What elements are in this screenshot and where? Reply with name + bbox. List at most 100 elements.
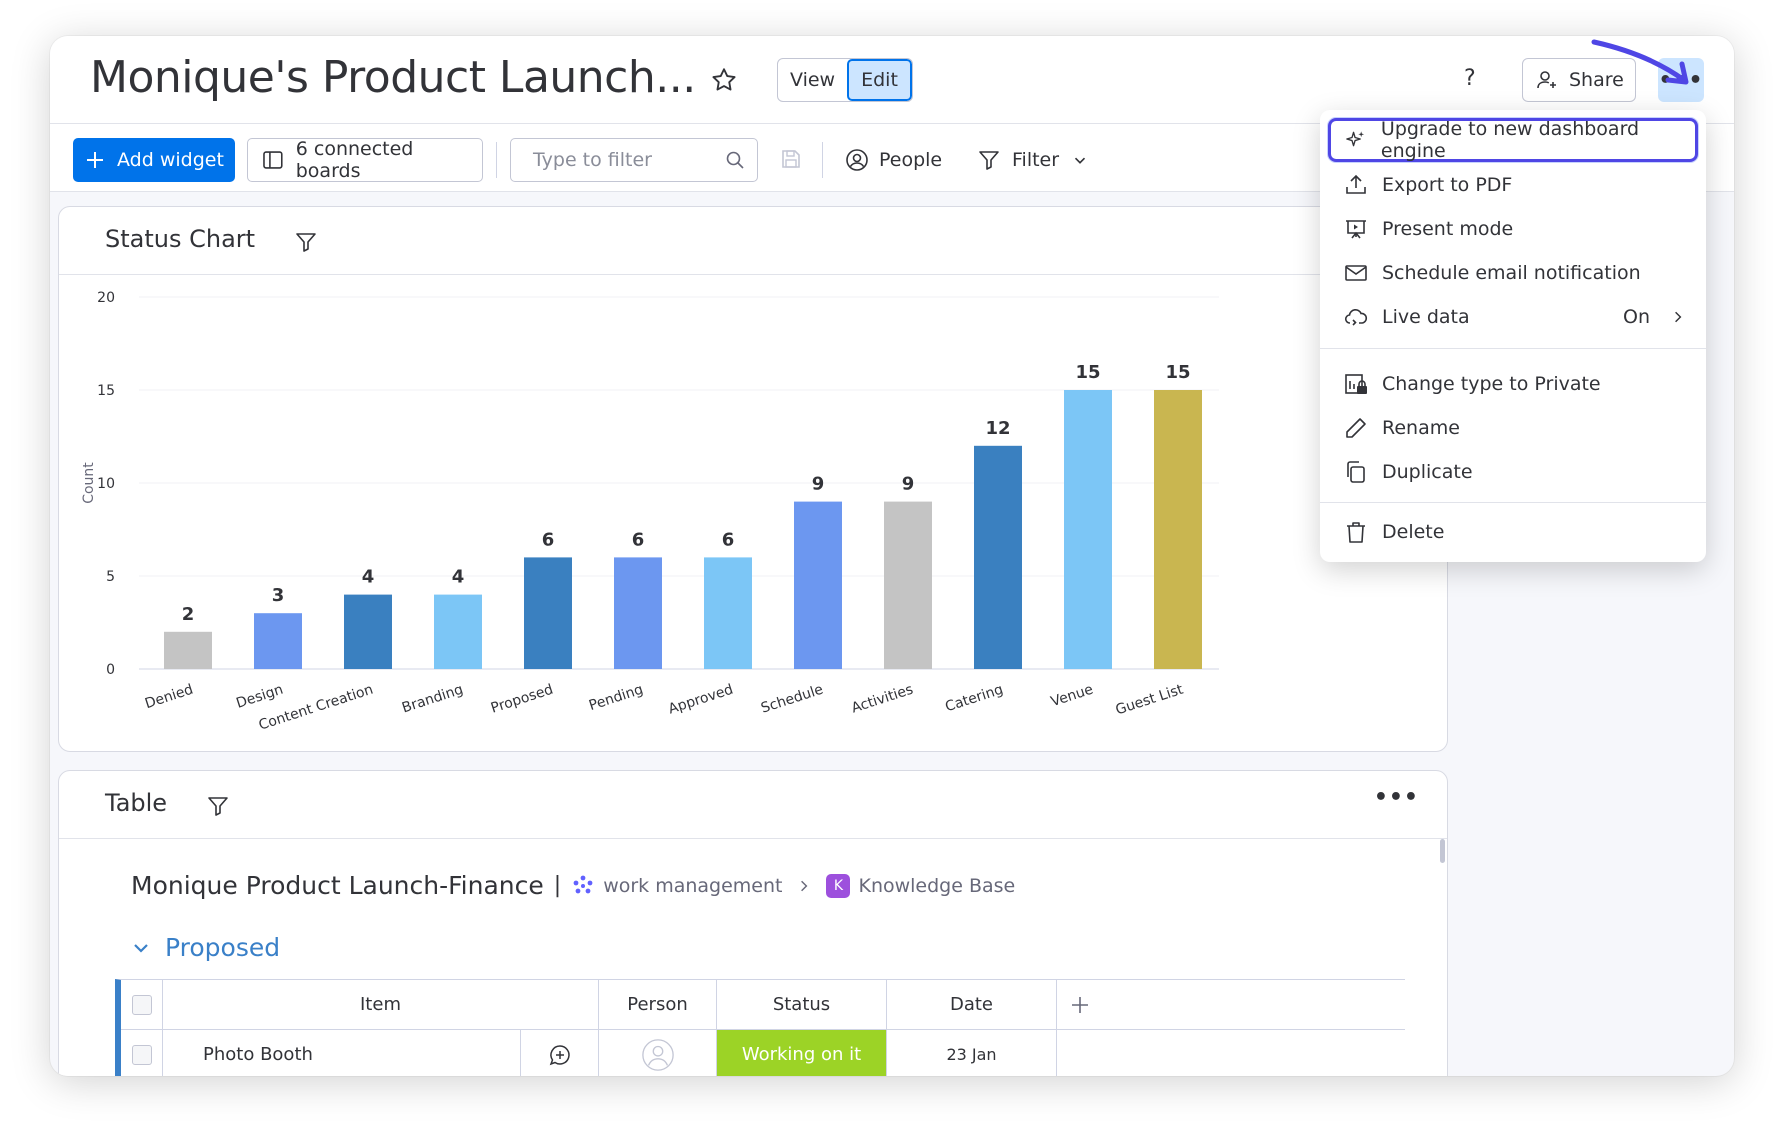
add-widget-button[interactable]: Add widget bbox=[73, 138, 235, 182]
filter-label: Filter bbox=[1012, 149, 1060, 171]
mail-icon bbox=[1345, 265, 1367, 281]
data-label: 9 bbox=[902, 474, 915, 495]
chevron-right-icon bbox=[801, 880, 808, 891]
view-button[interactable]: View bbox=[778, 59, 847, 101]
connected-boards-button[interactable]: 6 connected boards bbox=[247, 138, 483, 182]
help-icon[interactable]: ? bbox=[1464, 66, 1476, 91]
add-column-button[interactable] bbox=[1057, 980, 1103, 1029]
funnel-icon bbox=[979, 151, 999, 170]
menu-item-schedule-email[interactable]: Schedule email notification bbox=[1328, 251, 1698, 295]
people-label: People bbox=[879, 149, 943, 171]
table-more-button[interactable]: ••• bbox=[1374, 785, 1419, 810]
data-label: 15 bbox=[1165, 362, 1190, 383]
menu-divider bbox=[1320, 502, 1706, 503]
menu-item-delete[interactable]: Delete bbox=[1328, 510, 1698, 554]
star-icon[interactable] bbox=[710, 66, 738, 94]
menu-item-label: Change type to Private bbox=[1382, 373, 1601, 395]
data-label: 15 bbox=[1075, 362, 1100, 383]
chevron-right-icon bbox=[1675, 311, 1682, 323]
dashboard-title[interactable]: Monique's Product Launch... bbox=[90, 52, 696, 103]
person-cell[interactable] bbox=[599, 1030, 717, 1076]
filter-placeholder: Type to filter bbox=[533, 149, 652, 171]
scrollbar-thumb[interactable] bbox=[1440, 839, 1445, 863]
person-circle-icon bbox=[846, 149, 868, 171]
column-header-date[interactable]: Date bbox=[887, 980, 1057, 1029]
widget-filter-icon[interactable] bbox=[207, 795, 229, 817]
status-bar-chart: 05101520Count2Denied3Design4Content Crea… bbox=[81, 290, 1219, 734]
items-table: Item Person Status Date Photo Booth Work… bbox=[115, 979, 1405, 1076]
menu-item-duplicate[interactable]: Duplicate bbox=[1328, 450, 1698, 494]
row-checkbox[interactable] bbox=[131, 1044, 152, 1065]
edit-button[interactable]: Edit bbox=[847, 59, 912, 101]
live-data-value: On bbox=[1623, 306, 1650, 328]
column-header-item[interactable]: Item bbox=[163, 980, 599, 1029]
menu-item-label: Delete bbox=[1382, 521, 1445, 543]
menu-item-label: Schedule email notification bbox=[1382, 262, 1641, 284]
workspace-crumb[interactable]: work management K Knowledge Base bbox=[571, 873, 1016, 898]
dashboard-window: Monique's Product Launch... View Edit ? … bbox=[50, 36, 1734, 1076]
table-widget: Table ••• Monique Product Launch-Finance… bbox=[58, 770, 1448, 1076]
chart-bar bbox=[794, 501, 842, 669]
updates-cell[interactable] bbox=[521, 1030, 599, 1076]
chart-bar bbox=[1064, 390, 1112, 669]
data-label: 12 bbox=[985, 418, 1010, 439]
x-tick-label: Pending bbox=[587, 682, 645, 715]
live-data-status: On bbox=[1623, 306, 1686, 328]
chevron-down-icon[interactable] bbox=[131, 938, 151, 958]
empty-cell bbox=[1057, 1030, 1103, 1076]
column-header-person[interactable]: Person bbox=[599, 980, 717, 1029]
people-filter-button[interactable]: People bbox=[845, 138, 942, 182]
connected-boards-label: 6 connected boards bbox=[295, 138, 414, 182]
data-label: 6 bbox=[632, 529, 645, 550]
x-tick-label: Catering bbox=[943, 682, 1005, 716]
chart-bar bbox=[614, 557, 662, 669]
menu-item-change-private[interactable]: Change type to Private bbox=[1328, 362, 1698, 406]
status-chart-title: Status Chart bbox=[105, 225, 256, 253]
chart-bar bbox=[884, 501, 932, 669]
board-name[interactable]: Monique Product Launch-Finance bbox=[131, 871, 544, 900]
date-cell[interactable]: 23 Jan bbox=[887, 1030, 1057, 1076]
upload-icon bbox=[1346, 174, 1366, 194]
widget-filter-icon[interactable] bbox=[295, 231, 317, 253]
menu-item-label: Live data bbox=[1382, 306, 1470, 328]
filter-search-input[interactable]: Type to filter bbox=[510, 138, 758, 182]
menu-item-live-data[interactable]: Live data On bbox=[1328, 295, 1698, 339]
data-label: 9 bbox=[812, 474, 825, 495]
column-header-status[interactable]: Status bbox=[717, 980, 887, 1029]
chart-bar bbox=[344, 594, 392, 669]
data-label: 4 bbox=[362, 567, 375, 588]
menu-item-upgrade-engine[interactable]: Upgrade to new dashboard engine bbox=[1328, 118, 1698, 162]
group-name: Proposed bbox=[165, 933, 281, 962]
y-tick-label: 0 bbox=[106, 662, 115, 678]
x-tick-label: Design bbox=[234, 682, 285, 712]
status-cell[interactable]: Working on it bbox=[717, 1030, 887, 1076]
search-icon bbox=[726, 151, 744, 169]
data-label: 6 bbox=[722, 529, 735, 550]
filter-button[interactable]: Filter bbox=[978, 138, 1089, 182]
dashboard-options-menu: Upgrade to new dashboard engine Export t… bbox=[1320, 110, 1706, 562]
y-tick-label: 10 bbox=[97, 476, 115, 492]
lock-board-icon bbox=[1345, 374, 1367, 394]
table-row[interactable]: Photo Booth Working on it 23 Jan bbox=[121, 1030, 1405, 1076]
save-icon[interactable] bbox=[780, 148, 802, 170]
menu-item-export-pdf[interactable]: Export to PDF bbox=[1328, 163, 1698, 207]
item-name-cell[interactable]: Photo Booth bbox=[163, 1030, 521, 1076]
table-header: Table ••• bbox=[59, 771, 1447, 839]
y-tick-label: 15 bbox=[97, 383, 115, 399]
menu-item-rename[interactable]: Rename bbox=[1328, 406, 1698, 450]
group-header[interactable]: Proposed bbox=[131, 933, 280, 962]
chevron-down-icon[interactable] bbox=[1071, 151, 1089, 169]
x-tick-label: Proposed bbox=[489, 682, 555, 717]
row-select-cell bbox=[121, 1030, 163, 1076]
board-panel-icon bbox=[263, 151, 283, 169]
chart-bar bbox=[434, 594, 482, 669]
x-tick-label: Schedule bbox=[759, 682, 825, 717]
chart-bar bbox=[1154, 390, 1202, 669]
select-all-checkbox[interactable] bbox=[131, 994, 152, 1015]
chart-bar bbox=[704, 557, 752, 669]
knowledge-base-name: Knowledge Base bbox=[858, 874, 1016, 897]
data-label: 2 bbox=[182, 604, 195, 625]
add-widget-label: Add widget bbox=[117, 149, 224, 171]
status-chart-widget: Status Chart 0 5 10 15 20 Count 2 Denied 3 Design… bbox=[58, 206, 1448, 752]
menu-item-present-mode[interactable]: Present mode bbox=[1328, 207, 1698, 251]
